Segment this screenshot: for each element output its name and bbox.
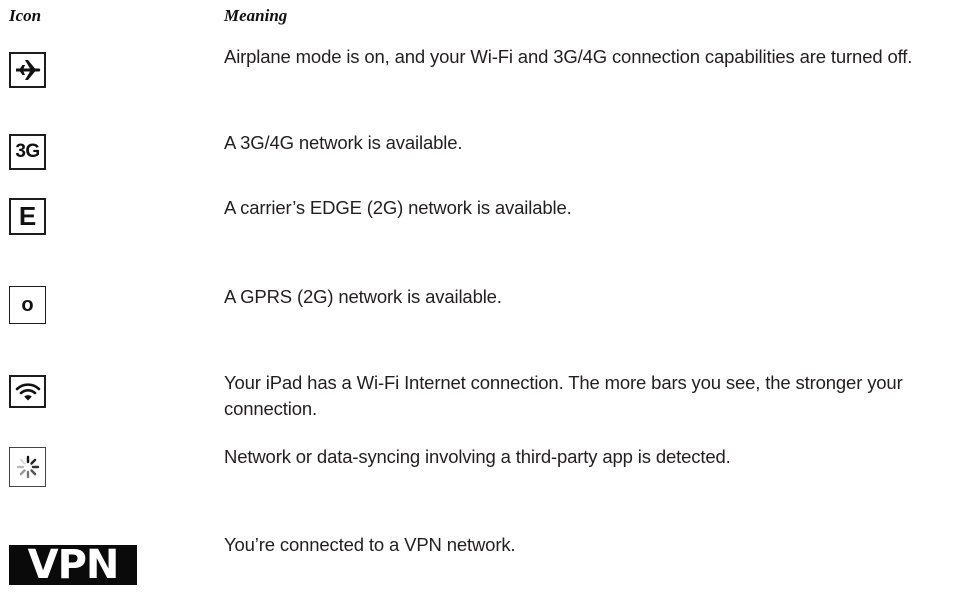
vpn-icon: VPN: [9, 545, 137, 585]
edge-icon-label: E: [18, 201, 37, 231]
meaning-text: You’re connected to a VPN network.: [224, 534, 516, 555]
meaning-column-header: Meaning: [224, 6, 288, 25]
meaning-text: Your iPad has a Wi-Fi Internet connectio…: [224, 372, 903, 419]
airplane-icon: [9, 52, 46, 88]
syncing-spinner-icon: [9, 447, 46, 487]
3g-icon: 3G: [9, 134, 46, 170]
meaning-text: A carrier’s EDGE (2G) network is availab…: [224, 197, 572, 218]
gprs-icon: o: [9, 286, 46, 324]
3g-icon-label: 3G: [15, 141, 40, 162]
meaning-text: A GPRS (2G) network is available.: [224, 286, 502, 307]
wifi-icon: [9, 375, 46, 408]
meaning-text: A 3G/4G network is available.: [224, 132, 463, 153]
gprs-icon-label: o: [21, 294, 34, 316]
icon-column-header: Icon: [9, 6, 42, 25]
vpn-icon-label: VPN: [27, 542, 120, 588]
edge-icon: E: [9, 198, 46, 235]
meaning-text: Network or data-syncing involving a thir…: [224, 446, 731, 467]
meaning-text: Airplane mode is on, and your Wi-Fi and …: [224, 46, 913, 67]
